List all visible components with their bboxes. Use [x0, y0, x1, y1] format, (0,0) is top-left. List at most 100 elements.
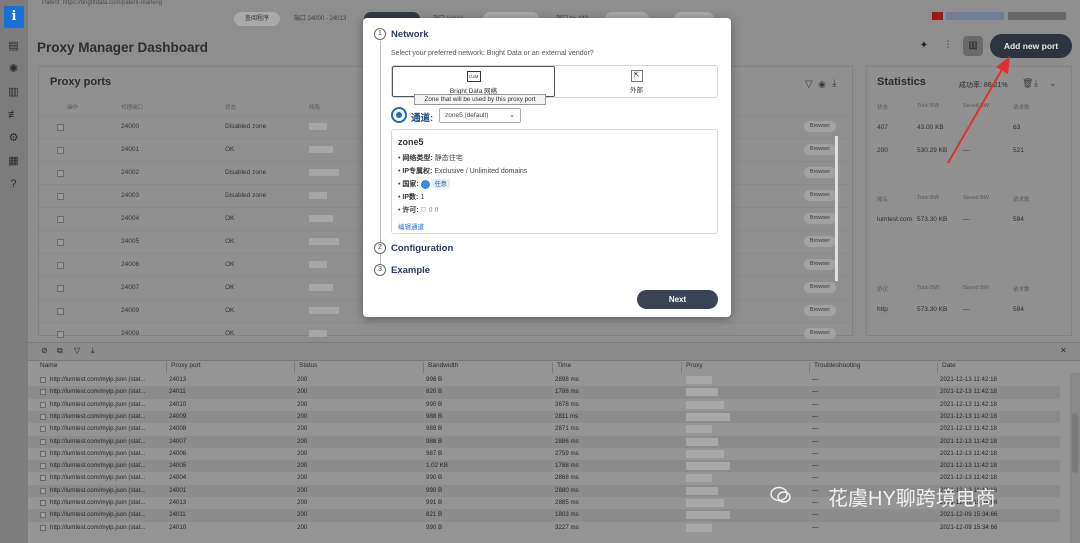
external-vendor-option[interactable]: ⇱ 外部: [555, 66, 718, 97]
row-checkbox[interactable]: [57, 170, 64, 177]
log-row-checkbox[interactable]: [40, 413, 46, 420]
log-row[interactable]: http://lumtest.com/myip.json (stat... 240…: [28, 509, 1060, 522]
browser-button[interactable]: Browser: [804, 236, 836, 247]
log-row-checkbox[interactable]: [40, 524, 46, 531]
log-row-checkbox[interactable]: [40, 475, 46, 482]
top-pill-2[interactable]: 端口 24000 - 24013: [285, 12, 355, 26]
edit-zone-link[interactable]: 编辑通道: [398, 221, 424, 231]
zone-select[interactable]: zone5 (default) ⌄: [439, 108, 521, 123]
log-row[interactable]: http://lumtest.com/myip.json (stat... 240…: [28, 374, 1060, 386]
browser-button[interactable]: Browser: [804, 328, 836, 339]
log-row-checkbox[interactable]: [40, 487, 46, 494]
log-scroll-thumb[interactable]: [1072, 413, 1078, 473]
log-col-header[interactable]: Time: [557, 362, 571, 373]
row-checkbox[interactable]: [57, 308, 64, 315]
log-scrollbar[interactable]: [1070, 373, 1080, 543]
log-col-divider[interactable]: [681, 362, 682, 373]
document-icon[interactable]: ▤: [7, 40, 20, 52]
log-col-divider[interactable]: [809, 362, 810, 373]
log-col-divider[interactable]: [937, 362, 938, 373]
stats-toggle-icon[interactable]: ▥: [963, 36, 983, 56]
browser-button[interactable]: Browser: [804, 167, 836, 178]
step-3-title[interactable]: Example: [391, 265, 430, 276]
log-col-header[interactable]: Status: [299, 362, 317, 373]
help-icon[interactable]: ?: [7, 178, 20, 190]
log-cell: 24010: [169, 400, 187, 408]
log-col-divider[interactable]: [423, 362, 424, 373]
trash-icon[interactable]: 🗑: [1022, 78, 1033, 89]
row-checkbox[interactable]: [57, 239, 64, 246]
patent-text[interactable]: Patent: https://brightdata.com/patent-ma…: [42, 0, 162, 6]
add-new-port-button[interactable]: Add new port: [990, 34, 1072, 58]
log-col-header[interactable]: Date: [942, 362, 956, 373]
bulb-tip-icon[interactable]: ✦: [914, 36, 934, 56]
log-row-checkbox[interactable]: [40, 377, 46, 383]
log-row[interactable]: http://lumtest.com/myip.json (stat... 240…: [28, 435, 1060, 448]
browser-button[interactable]: Browser: [804, 259, 836, 270]
log-row-checkbox[interactable]: [40, 401, 46, 408]
flag-icon[interactable]: [932, 12, 943, 20]
row-port: 24009: [121, 330, 140, 337]
bulb-icon[interactable]: ✺: [7, 63, 20, 75]
row-checkbox[interactable]: [57, 216, 64, 223]
chart-icon[interactable]: ▥: [7, 86, 20, 98]
stats-download-icon[interactable]: ⤓: [1034, 78, 1038, 89]
browser-button[interactable]: Browser: [804, 121, 836, 132]
log-row-checkbox[interactable]: [40, 512, 46, 519]
browser-button[interactable]: Browser: [804, 144, 836, 155]
log-row[interactable]: http://lumtest.com/myip.json (stat... 240…: [28, 386, 1060, 399]
row-checkbox[interactable]: [57, 147, 64, 154]
log-row[interactable]: http://lumtest.com/myip.json (stat... 240…: [28, 410, 1060, 424]
api-icon[interactable]: ▦: [7, 155, 20, 167]
browser-button[interactable]: Browser: [804, 282, 836, 293]
log-row[interactable]: http://lumtest.com/myip.json (stat... 240…: [28, 460, 1060, 473]
log-col-header[interactable]: Troubleshooting: [814, 362, 860, 373]
browser-button[interactable]: Browser: [804, 305, 836, 316]
log-row-checkbox[interactable]: [40, 438, 46, 445]
log-row[interactable]: http://lumtest.com/myip.json (stat... 240…: [28, 448, 1060, 460]
bright-data-option[interactable]: LUM Bright Data 网络: [392, 66, 555, 97]
log-row[interactable]: http://lumtest.com/myip.json (stat... 240…: [28, 423, 1060, 435]
ip-label: IP专属权:: [402, 168, 433, 175]
filter-log-icon[interactable]: ▽: [74, 346, 80, 355]
row-checkbox[interactable]: [57, 331, 64, 338]
download-log-icon[interactable]: ⤓: [91, 346, 95, 356]
log-row-checkbox[interactable]: [40, 426, 46, 433]
clear-log-icon[interactable]: ⊘: [41, 346, 48, 355]
sliders-icon[interactable]: ≢: [7, 109, 20, 121]
row-checkbox[interactable]: [57, 193, 64, 200]
log-col-divider[interactable]: [166, 362, 167, 373]
log-row[interactable]: http://lumtest.com/myip.json (stat... 240…: [28, 399, 1060, 411]
log-col-divider[interactable]: [552, 362, 553, 373]
browser-button[interactable]: Browser: [804, 190, 836, 201]
row-checkbox[interactable]: [57, 285, 64, 292]
close-log-icon[interactable]: ✕: [1060, 346, 1067, 355]
browser-button[interactable]: Browser: [804, 213, 836, 224]
top-pill-1[interactable]: 查阅程序: [234, 12, 280, 26]
log-col-divider[interactable]: [294, 362, 295, 373]
row-checkbox[interactable]: [57, 124, 64, 131]
step-2-title[interactable]: Configuration: [391, 243, 453, 254]
step-1-title[interactable]: Network: [391, 29, 428, 40]
log-row-checkbox[interactable]: [40, 389, 46, 396]
log-col-header[interactable]: Proxy: [686, 362, 703, 373]
log-col-header[interactable]: Bandwidth: [428, 362, 458, 373]
stats-collapse-icon[interactable]: ⌄: [1049, 78, 1057, 89]
copy-log-icon[interactable]: ⧉: [57, 346, 63, 356]
modal-scrollbar[interactable]: [835, 136, 838, 281]
log-cell: 990 B: [426, 523, 443, 531]
log-row[interactable]: http://lumtest.com/myip.json (stat... 240…: [28, 522, 1060, 534]
filter-icon[interactable]: ▽: [805, 79, 813, 90]
log-row-checkbox[interactable]: [40, 500, 46, 506]
row-checkbox[interactable]: [57, 262, 64, 269]
info-logo-icon[interactable]: i: [4, 6, 24, 28]
settings-sliders-icon[interactable]: ⫶: [938, 36, 958, 56]
log-col-header[interactable]: Proxy port: [171, 362, 201, 373]
next-button[interactable]: Next: [637, 290, 718, 309]
log-col-header[interactable]: Name: [40, 362, 57, 373]
gear-icon[interactable]: ⚙: [7, 132, 20, 144]
log-row-checkbox[interactable]: [40, 463, 46, 470]
eye-icon[interactable]: ◉: [818, 79, 826, 90]
download-icon[interactable]: ⤓: [832, 78, 836, 89]
log-row-checkbox[interactable]: [40, 450, 46, 457]
